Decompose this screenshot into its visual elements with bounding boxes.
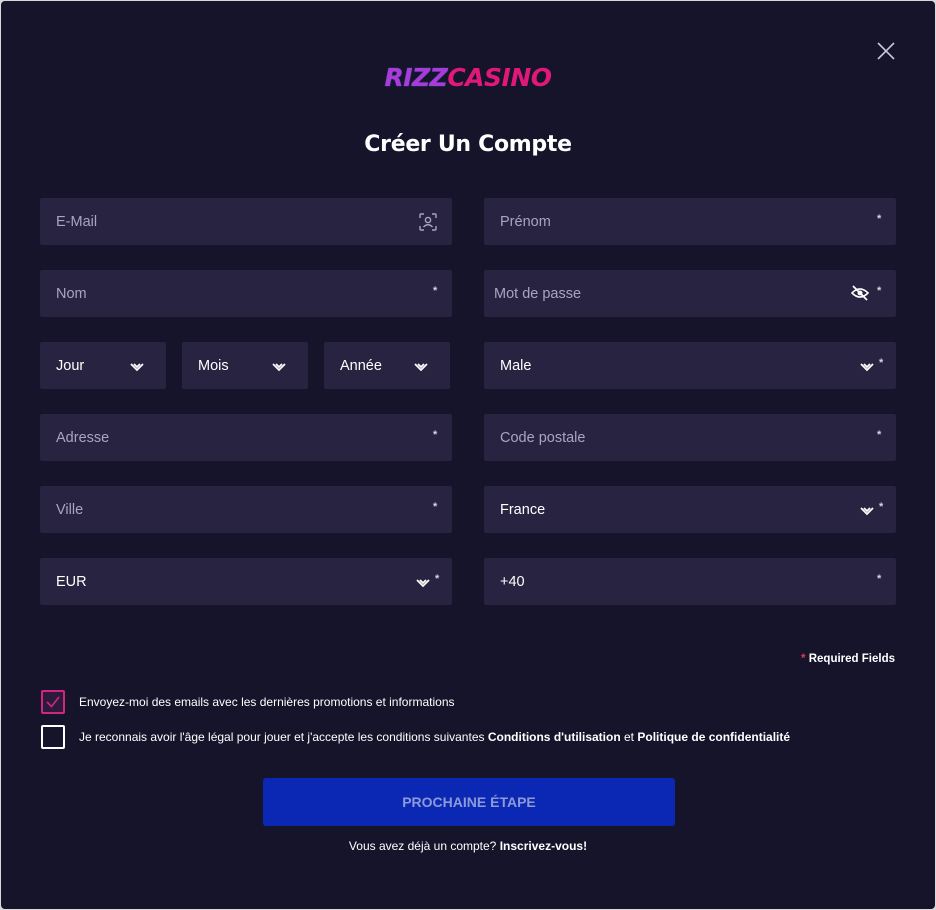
email-field[interactable]: E-Mail	[40, 198, 452, 245]
year-select-value: Année	[340, 357, 382, 374]
country-select-value: France	[500, 501, 546, 518]
month-select[interactable]: Mois	[182, 342, 308, 389]
required-fields-note: * Required Fields	[801, 653, 895, 665]
email-placeholder: E-Mail	[56, 213, 98, 230]
day-select-value: Jour	[56, 357, 85, 374]
checkmark-icon	[46, 696, 60, 708]
year-select[interactable]: Année	[324, 342, 450, 389]
required-marker: *	[433, 501, 438, 513]
privacy-policy-link[interactable]: Politique de confidentialité	[637, 730, 790, 744]
promo-checkbox[interactable]	[41, 690, 65, 714]
eye-off-icon[interactable]	[850, 285, 870, 306]
terms-of-use-link[interactable]: Conditions d'utilisation	[488, 730, 621, 744]
signup-modal: RIZZCASINO Créer Un Compte E-Mail Prénom…	[1, 1, 935, 909]
city-field[interactable]: Ville *	[40, 486, 452, 533]
required-marker: *	[879, 501, 884, 513]
required-note-text: Required Fields	[805, 653, 895, 665]
first-name-placeholder: Prénom	[500, 213, 551, 230]
login-prompt: Vous avez déjà un compte? Inscrivez-vous…	[1, 839, 935, 853]
terms-and-text: et	[620, 730, 638, 744]
next-step-button[interactable]: PROCHAINE ÉTAPE	[263, 778, 675, 826]
terms-text: Je reconnais avoir l'âge légal pour joue…	[79, 730, 488, 744]
chevron-down-icon	[130, 359, 144, 377]
password-placeholder: Mot de passe	[494, 285, 582, 302]
phone-value: +40	[500, 573, 525, 590]
country-select[interactable]: France *	[484, 486, 896, 533]
chevron-down-icon	[860, 503, 874, 521]
required-marker: *	[877, 213, 882, 225]
address-field[interactable]: Adresse *	[40, 414, 452, 461]
city-placeholder: Ville	[56, 501, 84, 518]
required-marker: *	[433, 429, 438, 441]
month-select-value: Mois	[198, 357, 229, 374]
last-name-field[interactable]: Nom *	[40, 270, 452, 317]
gender-select[interactable]: Male *	[484, 342, 896, 389]
logo-text-casino: CASINO	[447, 63, 552, 92]
required-marker: *	[879, 357, 884, 369]
postal-code-placeholder: Code postale	[500, 429, 586, 446]
promo-consent-text: Envoyez-moi des emails avec les dernière…	[79, 695, 455, 709]
required-marker: *	[433, 285, 438, 297]
phone-field[interactable]: +40 *	[484, 558, 896, 605]
day-select[interactable]: Jour	[40, 342, 166, 389]
login-prompt-text: Vous avez déjà un compte?	[348, 839, 500, 853]
terms-checkbox[interactable]	[41, 725, 65, 749]
required-marker: *	[877, 429, 882, 441]
postal-code-field[interactable]: Code postale *	[484, 414, 896, 461]
chevron-down-icon	[416, 575, 430, 593]
address-placeholder: Adresse	[56, 429, 110, 446]
gender-select-value: Male	[500, 357, 532, 374]
close-button[interactable]	[875, 40, 897, 62]
chevron-down-icon	[414, 359, 428, 377]
page-title: Créer Un Compte	[364, 132, 572, 157]
terms-consent-text: Je reconnais avoir l'âge légal pour joue…	[79, 730, 790, 744]
chevron-down-icon	[272, 359, 286, 377]
sign-in-link[interactable]: Inscrivez-vous!	[500, 839, 587, 853]
close-icon	[877, 42, 895, 60]
password-field[interactable]: Mot de passe *	[484, 270, 896, 317]
first-name-field[interactable]: Prénom *	[484, 198, 896, 245]
face-scan-icon[interactable]	[418, 212, 438, 237]
brand-logo: RIZZCASINO	[1, 63, 935, 93]
required-marker: *	[877, 573, 882, 585]
chevron-down-icon	[860, 359, 874, 377]
logo-text-rizz: RIZZ	[384, 63, 448, 92]
currency-select-value: EUR	[56, 573, 87, 590]
required-marker: *	[435, 573, 440, 585]
last-name-placeholder: Nom	[56, 285, 87, 302]
currency-select[interactable]: EUR *	[40, 558, 452, 605]
required-marker: *	[877, 285, 882, 297]
